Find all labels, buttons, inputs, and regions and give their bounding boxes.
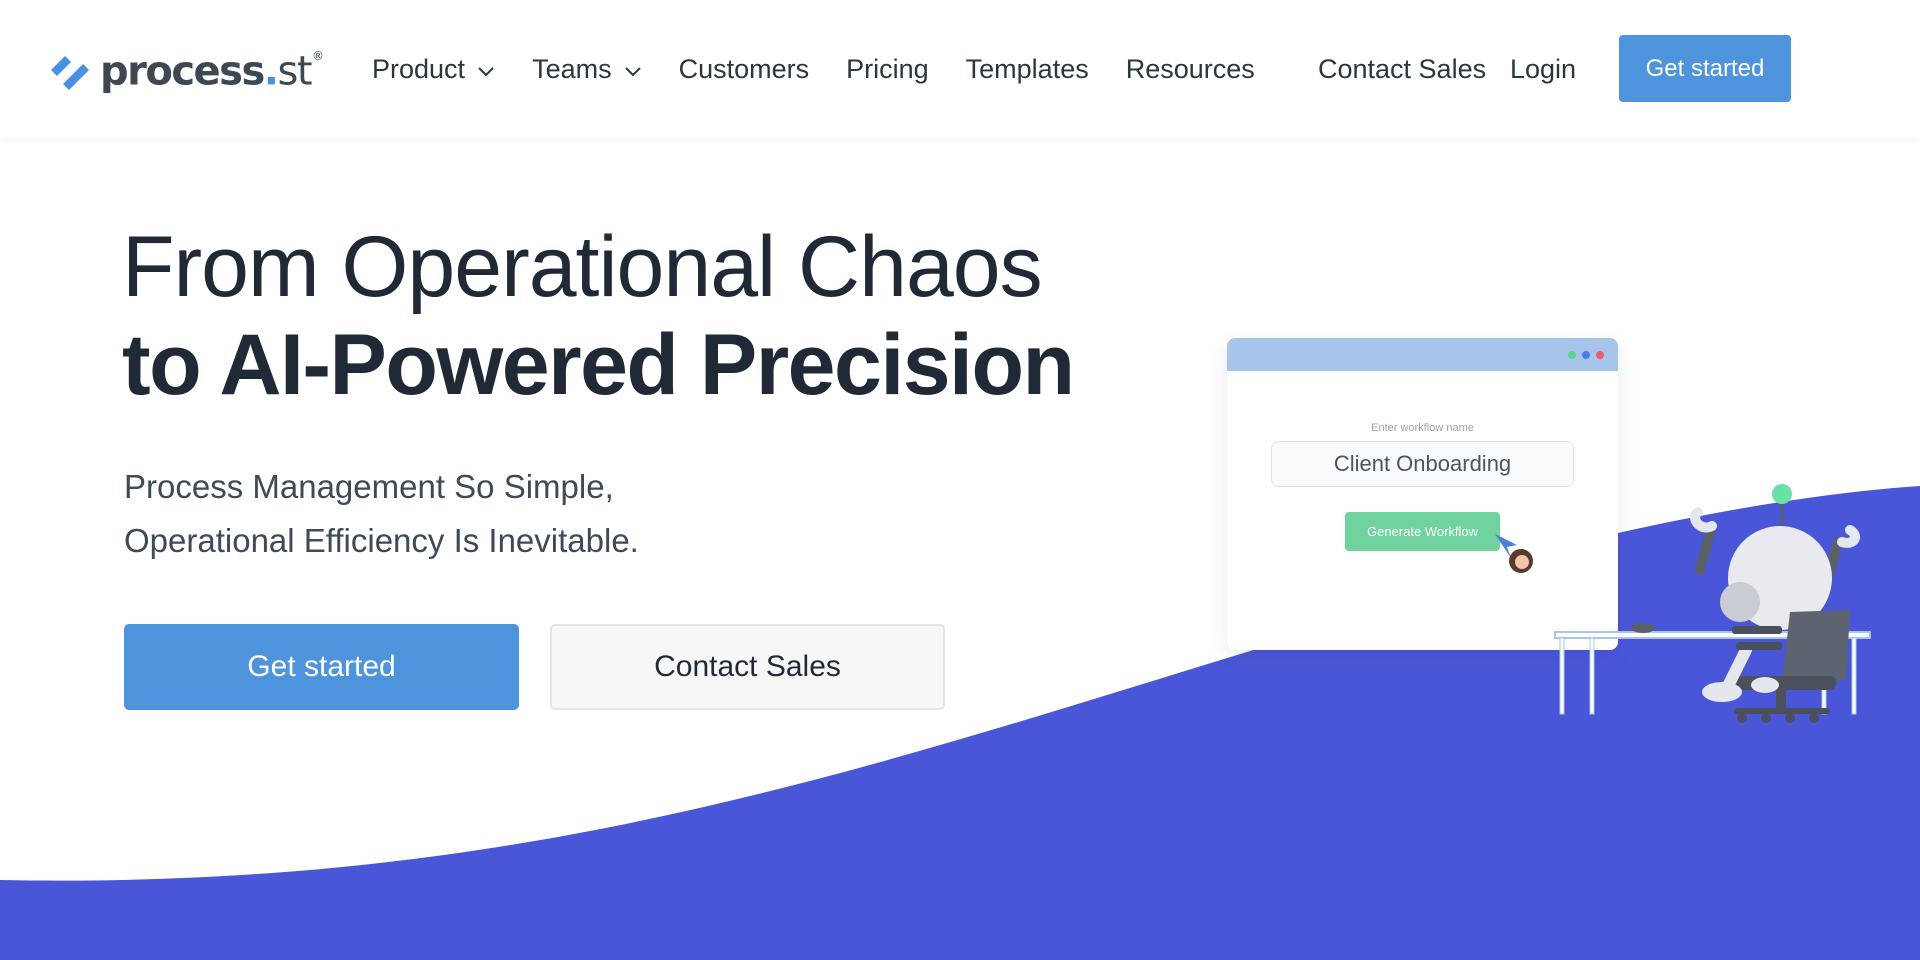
site-header: process.st® Product Teams Customers Pric… [0,0,1920,138]
workflow-name-field: Client Onboarding [1271,441,1574,487]
generate-workflow-button: Generate Workflow [1345,512,1500,551]
nav-item-label: Product [372,53,466,84]
contact-sales-link[interactable]: Contact Sales [1318,44,1486,94]
logo-wordmark: process.st® [100,48,324,95]
window-dot-blue [1582,351,1590,359]
nav-item-label: Resources [1125,53,1255,84]
hero-get-started-button[interactable]: Get started [124,624,519,710]
hero-title: From Operational Chaos to AI-Powered Pre… [122,218,1075,414]
window-dot-red [1596,351,1604,359]
chevron-down-icon [624,67,641,77]
window-titlebar [1227,338,1618,371]
hero-contact-sales-button[interactable]: Contact Sales [550,624,945,710]
hero-subtitle: Process Management So Simple, Operationa… [124,460,639,568]
hero-subtitle-line-1: Process Management So Simple, [124,468,614,505]
nav-item-templates[interactable]: Templates [966,54,1089,85]
nav-item-teams[interactable]: Teams [532,54,642,85]
hero-title-line-2: to AI-Powered Precision [122,317,1075,413]
user-avatar-icon [1509,549,1533,573]
chevron-down-icon [478,67,494,77]
window-dot-green [1568,351,1576,359]
nav-item-product[interactable]: Product [372,54,495,85]
workflow-name-label: Enter workflow name [1371,422,1474,434]
nav-item-label: Teams [532,53,612,84]
nav-item-pricing[interactable]: Pricing [846,54,929,85]
process-st-logo-icon [51,56,89,90]
nav-item-resources[interactable]: Resources [1126,54,1255,85]
nav-item-customers[interactable]: Customers [679,54,810,85]
robot-at-desk-illustration [1554,484,1871,723]
header-get-started-button[interactable]: Get started [1619,35,1791,102]
nav-item-label: Pricing [846,53,929,84]
nav-item-label: Templates [965,53,1089,84]
hero-subtitle-line-2: Operational Efficiency Is Inevitable. [124,522,639,559]
brand-logo[interactable]: process.st® [48,46,324,95]
hero-title-line-1: From Operational Chaos [122,219,1043,315]
login-link[interactable]: Login [1510,44,1576,94]
nav-item-label: Customers [678,53,810,84]
main-nav: Product Teams Customers Pricing Template… [372,44,1292,94]
